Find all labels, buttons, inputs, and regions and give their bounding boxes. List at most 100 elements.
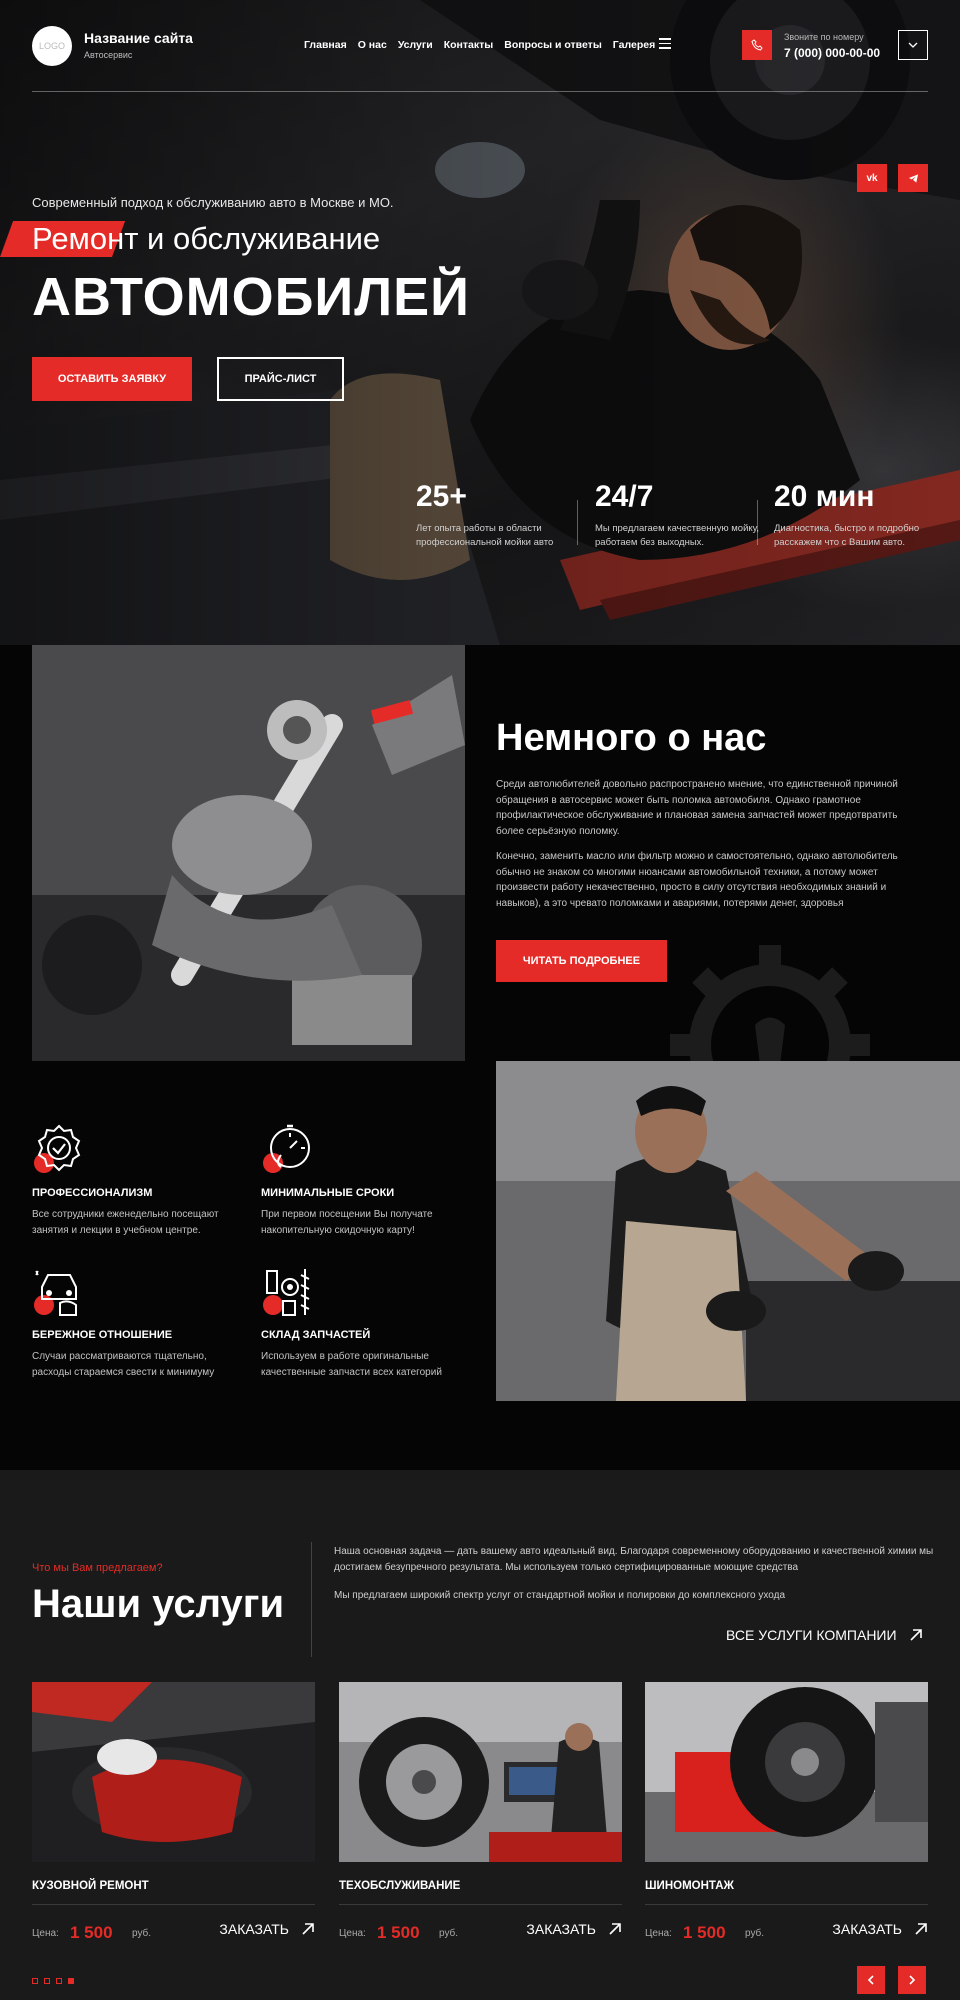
nav-item-services[interactable]: Услуги	[398, 39, 433, 51]
phone-button[interactable]	[742, 30, 772, 60]
stat-text: Диагностика, быстро и подробно расскажем…	[774, 523, 920, 549]
feature-title: БЕРЕЖНОЕ ОТНОШЕНИЕ	[32, 1329, 173, 1341]
phone-label: Звоните по номеру	[784, 32, 864, 42]
price-value: 1 500	[377, 1923, 420, 1942]
stat-24-7: 24/7 Мы предлагаем качественную мойку, р…	[595, 480, 765, 551]
service-card-body-repair[interactable]: КУЗОВНОЙ РЕМОНТ Цена: 1 500 руб. ЗАКАЗАТ…	[32, 1682, 315, 1951]
stat-value: 24/7	[595, 480, 654, 513]
price-label: Цена:	[645, 1928, 672, 1939]
stat-divider	[757, 500, 758, 545]
arrow-up-right-icon	[909, 1629, 922, 1641]
service-card-tire-fitting[interactable]: ШИНОМОНТАЖ Цена: 1 500 руб. ЗАКАЗАТЬ	[645, 1682, 928, 1951]
stat-diagnostics: 20 мин Диагностика, быстро и подробно ра…	[774, 480, 944, 551]
service-image	[645, 1682, 928, 1862]
order-label: ЗАКАЗАТЬ	[219, 1921, 289, 1937]
services-divider	[311, 1542, 312, 1657]
hero-title-line1: Ремонт и обслуживание	[32, 221, 381, 256]
services-title: Наши услуги	[32, 1582, 285, 1626]
nav-item-home[interactable]: Главная	[304, 39, 347, 51]
about-paragraph-2: Конечно, заменить масло или фильтр можно…	[496, 851, 898, 909]
about-wrench-photo	[32, 645, 465, 1061]
dropdown-button[interactable]	[898, 30, 928, 60]
telegram-button[interactable]	[898, 164, 928, 192]
card-footer: Цена: 1 500 руб. ЗАКАЗАТЬ	[339, 1911, 622, 1951]
site-name: Название сайта	[84, 30, 193, 46]
telegram-icon	[908, 173, 918, 183]
order-link[interactable]: ЗАКАЗАТЬ	[526, 1921, 622, 1937]
stat-experience: 25+ Лет опыта работы в области профессио…	[416, 480, 586, 551]
feature-title: СКЛАД ЗАПЧАСТЕЙ	[261, 1329, 371, 1341]
chevron-right-icon	[909, 1975, 916, 1985]
feature-text: Используем в работе оригинальные качеств…	[261, 1351, 442, 1378]
carousel-next-button[interactable]	[898, 1966, 926, 1994]
feature-title: МИНИМАЛЬНЫЕ СРОКИ	[261, 1187, 395, 1199]
about-title: Немного о нас	[496, 717, 767, 759]
stat-text: Лет опыта работы в области профессиональ…	[416, 523, 554, 549]
carousel-pager	[32, 1978, 74, 1984]
hero-kicker: Современный подход к обслуживанию авто в…	[32, 195, 394, 210]
request-button[interactable]: ОСТАВИТЬ ЗАЯВКУ	[32, 357, 192, 401]
stat-divider	[577, 500, 578, 545]
read-more-button[interactable]: ЧИТАТЬ ПОДРОБНЕЕ	[496, 940, 667, 982]
service-image	[32, 1682, 315, 1862]
feature-text: Все сотрудники еженедельно посещают заня…	[32, 1209, 219, 1236]
menu-icon[interactable]	[659, 38, 671, 50]
card-divider	[32, 1904, 315, 1905]
arrow-up-right-icon	[609, 1923, 621, 1935]
phone-icon	[751, 39, 763, 51]
main-nav: Главная О нас Услуги Контакты Вопросы и …	[304, 39, 655, 51]
arrow-up-right-icon	[302, 1923, 314, 1935]
feature-professionalism: ПРОФЕССИОНАЛИЗМ Все сотрудники еженедель…	[32, 1123, 242, 1238]
hero-section: LOGO Название сайта Автосервис Главная О…	[0, 0, 960, 645]
stopwatch-icon	[261, 1123, 315, 1177]
all-services-link[interactable]: ВСЕ УСЛУГИ КОМПАНИИ	[726, 1627, 923, 1643]
order-link[interactable]: ЗАКАЗАТЬ	[219, 1921, 315, 1937]
about-section: Немного о нас Среди автолюбителей доволь…	[0, 645, 960, 1470]
card-footer: Цена: 1 500 руб. ЗАКАЗАТЬ	[645, 1911, 928, 1951]
services-desc-1: Наша основная задача — дать вашему авто …	[334, 1546, 934, 1573]
feature-text: При первом посещении Вы получате накопит…	[261, 1209, 433, 1236]
arrow-up-right-icon	[915, 1923, 927, 1935]
stat-value: 25+	[416, 480, 467, 513]
stat-text: Мы предлагаем качественную мойку, работа…	[595, 523, 760, 549]
site-header: LOGO Название сайта Автосервис Главная О…	[32, 22, 928, 92]
service-title: ШИНОМОНТАЖ	[645, 1880, 734, 1892]
pager-dot-active[interactable]	[68, 1978, 74, 1984]
pager-dot[interactable]	[56, 1978, 62, 1984]
pager-dot[interactable]	[32, 1978, 38, 1984]
site-subtitle: Автосервис	[84, 50, 133, 60]
price-currency: руб.	[745, 1928, 765, 1939]
price-list-button[interactable]: ПРАЙС-ЛИСТ	[217, 357, 344, 401]
nav-item-faq[interactable]: Вопросы и ответы	[504, 39, 602, 51]
phone-number[interactable]: 7 (000) 000-00-00	[784, 46, 880, 60]
carousel-prev-button[interactable]	[857, 1966, 885, 1994]
car-care-icon	[32, 1265, 86, 1319]
about-paragraph-1: Среди автолюбителей довольно распростран…	[496, 779, 898, 837]
spare-parts-icon	[261, 1265, 315, 1319]
pager-dot[interactable]	[44, 1978, 50, 1984]
price-label: Цена:	[32, 1928, 59, 1939]
service-card-maintenance[interactable]: ТЕХОБСЛУЖИВАНИЕ Цена: 1 500 руб. ЗАКАЗАТ…	[339, 1682, 622, 1951]
about-mechanic-photo	[496, 1061, 960, 1401]
chevron-left-icon	[867, 1975, 874, 1985]
price-value: 1 500	[70, 1923, 113, 1942]
service-title: ТЕХОБСЛУЖИВАНИЕ	[339, 1880, 461, 1892]
service-image	[339, 1682, 622, 1862]
nav-item-about[interactable]: О нас	[358, 39, 387, 51]
hero-title-line2: АВТОМОБИЛЕЙ	[32, 267, 470, 327]
price-currency: руб.	[132, 1928, 152, 1939]
services-desc-2: Мы предлагаем широкий спектр услуг от ст…	[334, 1590, 786, 1601]
badge-check-icon	[32, 1123, 86, 1177]
feature-warehouse: СКЛАД ЗАПЧАСТЕЙ Используем в работе ориг…	[261, 1265, 471, 1380]
nav-item-gallery[interactable]: Галерея	[613, 39, 655, 51]
order-label: ЗАКАЗАТЬ	[832, 1921, 902, 1937]
feature-title: ПРОФЕССИОНАЛИЗМ	[32, 1187, 153, 1199]
price-currency: руб.	[439, 1928, 459, 1939]
price-label: Цена:	[339, 1928, 366, 1939]
card-footer: Цена: 1 500 руб. ЗАКАЗАТЬ	[32, 1911, 315, 1951]
order-link[interactable]: ЗАКАЗАТЬ	[832, 1921, 928, 1937]
nav-item-contacts[interactable]: Контакты	[444, 39, 494, 51]
vk-button[interactable]: vk	[857, 164, 887, 192]
card-divider	[645, 1904, 928, 1905]
site-logo[interactable]: LOGO	[32, 26, 72, 66]
